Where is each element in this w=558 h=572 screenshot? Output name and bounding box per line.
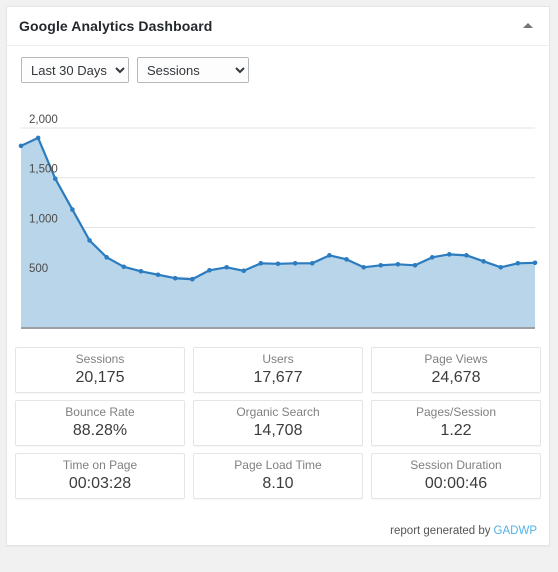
page-title: Google Analytics Dashboard [19, 18, 213, 34]
metric-label: Users [262, 352, 294, 366]
metric-label: Page Views [424, 352, 488, 366]
ga-dashboard-widget: Google Analytics Dashboard TodayYesterda… [6, 6, 550, 546]
metric-box[interactable]: Users 17,677 [193, 347, 363, 393]
metric-box[interactable]: Sessions 20,175 [15, 347, 185, 393]
footer-text: report generated by [390, 525, 491, 537]
metric-select[interactable]: SessionsUsersOrganic SearchPage ViewsBou… [137, 57, 249, 83]
metrics-row: Sessions 20,175 Users 17,677 Page Views … [15, 347, 541, 393]
metrics-row: Bounce Rate 88.28% Organic Search 14,708… [15, 400, 541, 446]
metric-label: Pages/Session [415, 405, 497, 419]
metric-value: 88.28% [72, 422, 128, 439]
metric-label: Time on Page [62, 458, 138, 472]
metric-label: Organic Search [236, 405, 320, 419]
metric-label: Bounce Rate [65, 405, 135, 419]
metric-label: Session Duration [410, 458, 502, 472]
svg-text:500: 500 [29, 263, 48, 275]
metric-value: 20,175 [75, 369, 125, 386]
metric-value: 00:03:28 [68, 475, 132, 492]
metric-value: 00:00:46 [424, 475, 488, 492]
period-select[interactable]: TodayYesterdayLast 7 DaysLast 14 DaysLas… [21, 57, 129, 83]
widget-header: Google Analytics Dashboard [7, 7, 549, 46]
svg-text:1,000: 1,000 [29, 213, 58, 225]
metrics-grid: Sessions 20,175 Users 17,677 Page Views … [7, 341, 549, 499]
metric-box[interactable]: Organic Search 14,708 [193, 400, 363, 446]
metric-box[interactable]: Pages/Session 1.22 [371, 400, 541, 446]
metric-box[interactable]: Bounce Rate 88.28% [15, 400, 185, 446]
metric-value: 8.10 [262, 475, 294, 492]
widget-footer: report generated by GADWP [7, 517, 549, 545]
chart-controls: TodayYesterdayLast 7 DaysLast 14 DaysLas… [7, 46, 549, 92]
collapse-toggle-button[interactable] [511, 7, 545, 44]
metric-value: 17,677 [253, 369, 303, 386]
metric-box[interactable]: Page Views 24,678 [371, 347, 541, 393]
metric-box[interactable]: Time on Page 00:03:28 [15, 453, 185, 499]
sessions-area-chart[interactable]: 2,000 1,500 1,000 500 [7, 96, 549, 341]
metric-value: 1.22 [440, 422, 472, 439]
caret-up-icon [523, 23, 533, 28]
gadwp-link[interactable]: GADWP [494, 525, 537, 537]
svg-text:1,500: 1,500 [29, 164, 58, 176]
chart-canvas: 2,000 1,500 1,000 500 [18, 114, 538, 329]
metric-box[interactable]: Session Duration 00:00:46 [371, 453, 541, 499]
metrics-row: Time on Page 00:03:28 Page Load Time 8.1… [15, 453, 541, 499]
metric-label: Page Load Time [234, 458, 322, 472]
metric-value: 14,708 [253, 422, 303, 439]
metric-box[interactable]: Page Load Time 8.10 [193, 453, 363, 499]
svg-text:2,000: 2,000 [29, 114, 58, 126]
metric-value: 24,678 [431, 369, 481, 386]
metric-label: Sessions [75, 352, 125, 366]
